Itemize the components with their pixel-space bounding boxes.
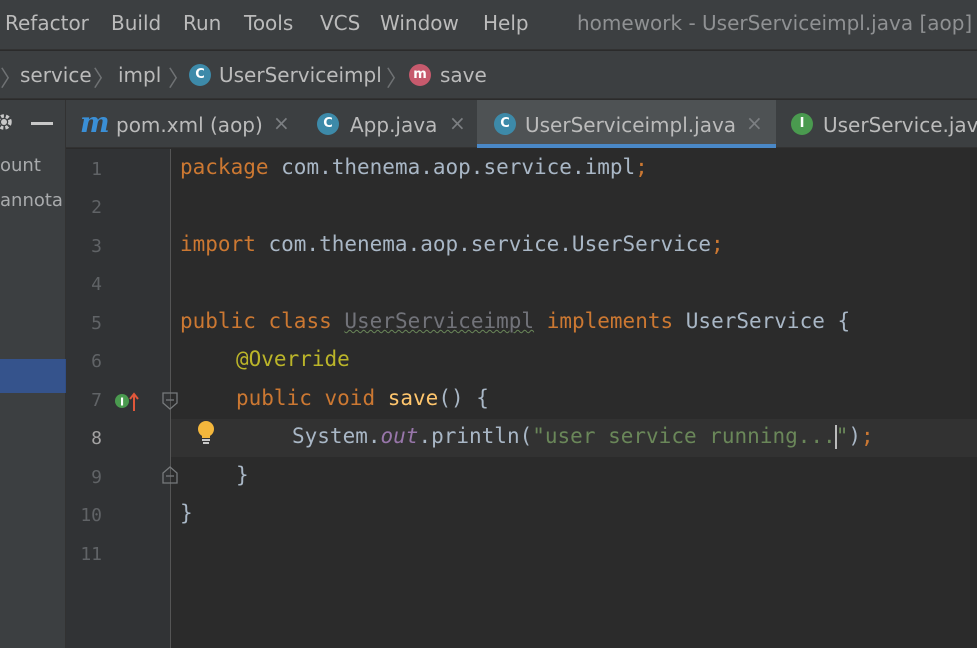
window-title: homework - UserServiceimpl.java [aop] [577,11,973,35]
breadcrumb-method[interactable]: save [440,63,487,87]
code-text: ) [848,424,861,448]
maven-icon: m [80,106,110,139]
method-name: save [387,386,439,410]
fold-icon[interactable] [162,392,178,414]
keyword: package [180,155,269,179]
tab-pom[interactable]: m pom.xml (aop) × [66,100,301,148]
keyword: public [180,309,256,333]
lightbulb-icon[interactable] [195,420,217,450]
code-line[interactable]: import com.thenema.aop.service.UserServi… [180,232,724,256]
semicolon: ; [861,424,874,448]
tab-label: UserServiceimpl.java [525,113,737,137]
code-line[interactable]: System.out.println("user service running… [292,424,874,449]
tab-userservice[interactable]: I UserService.java [776,100,977,148]
code-line[interactable]: } [236,463,249,487]
code-text: } [236,463,249,487]
breadcrumb-service[interactable]: service [20,63,92,87]
semicolon: ; [635,155,648,179]
active-tab-indicator [477,144,776,148]
tab-app[interactable]: C App.java × [301,100,477,148]
line-number: 8 [91,428,102,449]
code-line[interactable]: public class UserServiceimpl implements … [180,309,850,333]
breadcrumb-separator: 〉 [168,67,191,92]
menu-tools[interactable]: Tools [244,11,293,35]
svg-text:I: I [120,396,124,409]
breadcrumb-separator: 〉 [386,67,409,92]
menu-vcs[interactable]: VCS [320,11,360,35]
keyword: void [324,386,376,410]
method-icon: m [409,64,431,86]
keyword: implements [546,309,674,333]
code-text: .println( [418,424,533,448]
class-icon: C [317,113,339,135]
tab-label: UserService.java [823,113,977,137]
annotation: @Override [236,347,350,371]
implements-marker-icon[interactable]: I [114,391,142,417]
line-number: 11 [80,544,102,565]
menu-refactor[interactable]: Refactor [5,11,89,35]
code-line[interactable]: package com.thenema.aop.service.impl; [180,155,648,179]
keyword: public [236,386,312,410]
breadcrumb-separator: 〉 [93,67,116,92]
tab-label: App.java [350,113,438,137]
breadcrumb: 〉 service 〉 impl 〉 C UserServiceimpl 〉 m… [0,51,977,99]
collapse-icon[interactable] [31,122,53,125]
tree-item[interactable]: annota [0,190,63,211]
menu-window[interactable]: Window [380,11,459,35]
menu-help[interactable]: Help [483,11,529,35]
code-text: com.thenema.aop.service.impl [268,155,636,179]
menu-run[interactable]: Run [183,11,221,35]
string-literal: " [835,424,849,448]
menu-bar: Refactor Build Run Tools VCS Window Help… [0,0,977,50]
code-text: com.thenema.aop.service.UserService [255,232,712,256]
tab-userserviceimpl[interactable]: C UserServiceimpl.java × [477,100,776,148]
code-text: System. [292,424,381,448]
class-icon: C [494,113,516,135]
line-number: 5 [91,313,102,334]
tree-selected-row[interactable] [0,359,66,393]
menu-build[interactable]: Build [111,11,161,35]
semicolon: ; [711,232,724,256]
tab-label: pom.xml (aop) [116,113,263,137]
breadcrumb-impl[interactable]: impl [118,63,161,87]
interface-icon: I [791,113,813,135]
line-number: 2 [91,197,102,218]
line-number: 6 [91,351,102,372]
static-field: out [380,424,419,448]
code-text: UserService { [673,309,851,333]
line-number: 7 [91,390,102,411]
close-icon[interactable]: × [273,111,290,135]
settings-icon[interactable] [0,112,14,132]
breadcrumb-separator: 〉 [0,67,23,92]
tree-item[interactable]: ount [0,155,41,176]
close-icon[interactable]: × [746,111,763,135]
editor-tabs: m pom.xml (aop) × C App.java × C UserSer… [66,100,977,148]
class-icon: C [189,64,211,86]
line-number: 4 [91,274,102,295]
keyword: import [180,232,256,256]
keyword: class [268,309,332,333]
project-panel: ount annota [0,100,66,648]
string-literal: "user service running... [532,424,836,448]
code-text: () { [438,386,489,410]
code-line[interactable]: @Override [236,347,350,371]
class-name: UserServiceimpl [344,309,535,333]
line-number: 9 [91,467,102,488]
code-text: } [180,501,193,525]
fold-icon[interactable] [162,466,178,488]
line-number: 3 [91,236,102,257]
line-number: 10 [80,505,102,526]
close-icon[interactable]: × [449,111,466,135]
breadcrumb-class[interactable]: UserServiceimpl [219,63,382,87]
code-line[interactable]: } [180,501,193,525]
line-number: 1 [91,159,102,180]
code-line[interactable]: public void save() { [236,386,489,410]
